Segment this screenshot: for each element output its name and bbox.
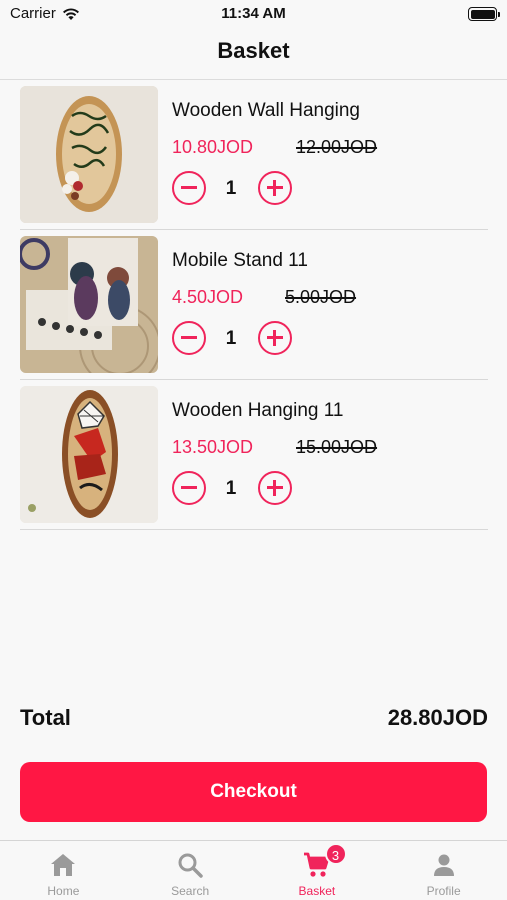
item-name[interactable]: Wooden Wall Hanging <box>172 100 360 122</box>
home-icon <box>51 854 76 876</box>
basket-list: Wooden Wall Hanging 10.80JOD 12.00JOD 1 <box>20 80 488 530</box>
basket-item: Wooden Wall Hanging 10.80JOD 12.00JOD 1 <box>20 80 488 230</box>
item-name[interactable]: Wooden Hanging 11 <box>172 400 343 422</box>
increase-quantity-button[interactable] <box>258 321 292 355</box>
tab-search-label: Search <box>171 884 210 898</box>
tab-profile-label: Profile <box>426 884 461 898</box>
product-image[interactable] <box>20 86 158 223</box>
tab-basket-label: Basket <box>298 884 336 898</box>
cart-count-badge: 3 <box>324 843 347 865</box>
item-price: 10.80JOD <box>172 137 254 157</box>
item-quantity: 1 <box>225 178 237 199</box>
item-old-price: 15.00JOD <box>296 437 378 457</box>
person-icon <box>433 854 454 876</box>
product-image[interactable] <box>20 236 158 373</box>
item-quantity: 1 <box>225 328 237 349</box>
status-time: 11:34 AM <box>221 5 286 22</box>
checkout-button[interactable]: Checkout <box>20 762 487 822</box>
decrease-quantity-button[interactable] <box>172 471 206 505</box>
basket-item: Mobile Stand 11 4.50JOD 5.00JOD 1 <box>20 230 488 380</box>
decrease-quantity-button[interactable] <box>172 171 206 205</box>
item-old-price: 5.00JOD <box>285 287 357 307</box>
total-label: Total <box>20 705 71 730</box>
total-row: Total 28.80JOD <box>20 705 488 735</box>
battery-icon <box>468 7 500 21</box>
tab-home[interactable]: Home <box>0 841 127 900</box>
tab-profile[interactable]: Profile <box>380 841 507 900</box>
tab-search[interactable]: Search <box>127 841 254 900</box>
status-bar: Carrier 11:34 AM <box>0 0 507 28</box>
product-image[interactable] <box>20 386 158 523</box>
page-title: Basket <box>0 28 507 80</box>
search-icon <box>178 853 203 878</box>
item-quantity: 1 <box>225 478 237 499</box>
decrease-quantity-button[interactable] <box>172 321 206 355</box>
basket-item: Wooden Hanging 11 13.50JOD 15.00JOD 1 <box>20 380 488 530</box>
increase-quantity-button[interactable] <box>258 471 292 505</box>
item-old-price: 12.00JOD <box>296 137 378 157</box>
total-value: 28.80JOD <box>387 705 488 730</box>
item-name[interactable]: Mobile Stand 11 <box>172 250 308 272</box>
tab-bar: Home Search 3 Basket Profile <box>0 840 507 900</box>
item-price: 4.50JOD <box>172 287 244 307</box>
tab-basket[interactable]: 3 Basket <box>254 841 381 900</box>
tab-home-label: Home <box>47 884 80 898</box>
increase-quantity-button[interactable] <box>258 171 292 205</box>
item-price: 13.50JOD <box>172 437 254 457</box>
